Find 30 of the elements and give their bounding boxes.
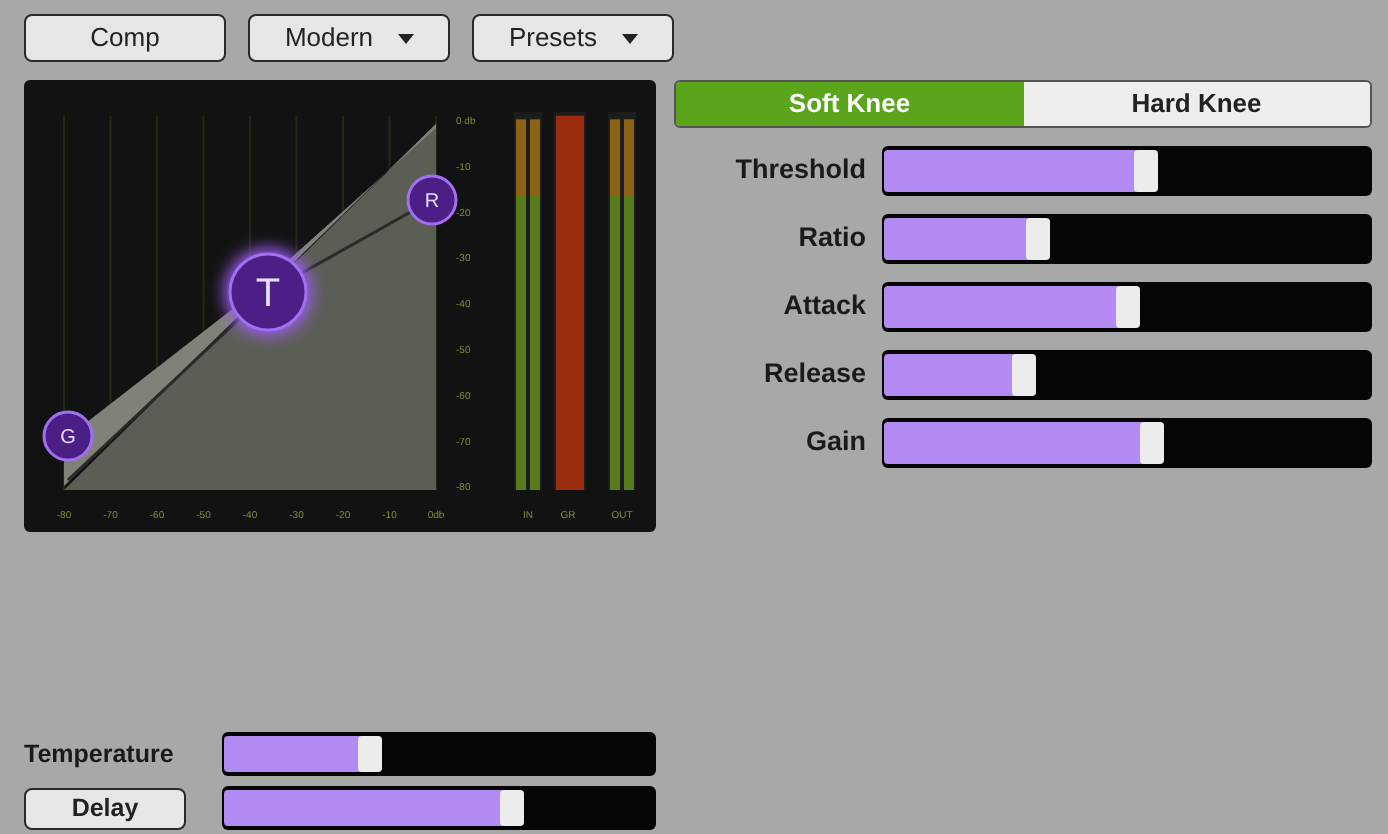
graph-node[interactable]: G — [42, 410, 94, 462]
param-label: Ratio — [796, 220, 868, 257]
delay-button[interactable]: Delay — [24, 787, 186, 829]
slider-track[interactable] — [882, 282, 1372, 332]
param-label: Release — [761, 356, 868, 393]
dropdown-button[interactable]: Modern — [248, 14, 450, 62]
slider-thumb[interactable] — [357, 736, 382, 772]
slider-track[interactable] — [882, 418, 1372, 468]
graph-node[interactable]: R — [406, 174, 458, 226]
slider-track[interactable] — [222, 786, 656, 830]
slider-track[interactable] — [222, 732, 656, 776]
slider-thumb[interactable] — [1139, 422, 1164, 464]
caret-icon — [397, 33, 414, 43]
slider-thumb[interactable] — [1012, 354, 1037, 396]
slider-track[interactable] — [882, 146, 1372, 196]
param-label: Gain — [803, 424, 868, 461]
slider-track[interactable] — [882, 214, 1372, 264]
slider-track[interactable] — [882, 350, 1372, 400]
slider-thumb[interactable] — [1115, 286, 1139, 328]
slider-thumb[interactable] — [500, 790, 525, 826]
param-label: Attack — [781, 288, 868, 325]
param-label: Temperature — [24, 737, 176, 772]
graph-node[interactable]: T — [224, 248, 312, 336]
slider-thumb[interactable] — [1026, 218, 1051, 260]
param-label: Threshold — [733, 152, 868, 189]
mode-button[interactable]: Comp — [24, 14, 226, 62]
dropdown-button[interactable]: Presets — [472, 14, 674, 62]
slider-thumb[interactable] — [1134, 150, 1159, 192]
knee-tab[interactable]: Hard Knee — [1023, 82, 1370, 126]
caret-icon — [621, 33, 638, 43]
